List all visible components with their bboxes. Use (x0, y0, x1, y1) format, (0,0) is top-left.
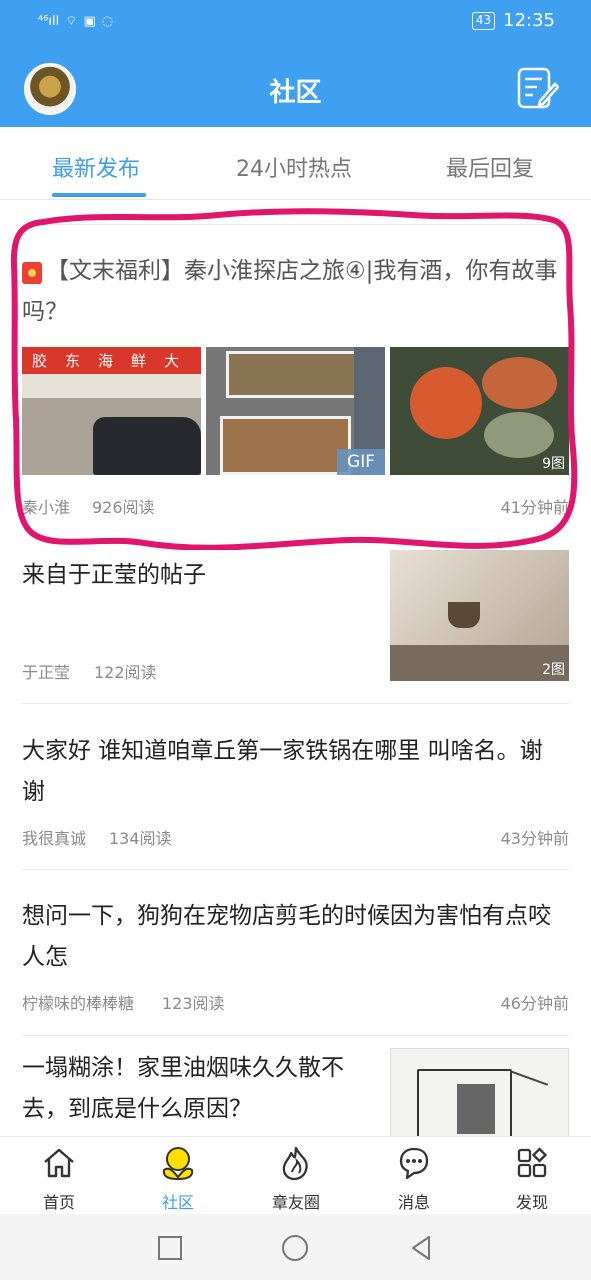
divider (22, 869, 569, 870)
post-title[interactable]: 【文末福利】秦小淮探店之旅④|我有酒，你有故事吗？ (22, 251, 562, 333)
status-time: 12:35 (503, 10, 555, 31)
list-item[interactable]: 大家好 谁知道咱章丘第一家铁锅在哪里 叫啥名。谢谢 我很真诚 134阅读 43分… (0, 703, 591, 869)
post-time: 43分钟前 (500, 829, 569, 848)
post-reads: 123阅读 (162, 994, 225, 1013)
post-author[interactable]: 秦小淮 (22, 494, 70, 518)
status-right: 43 12:35 (471, 10, 555, 31)
list-item[interactable]: 一塌糊涂！家里油烟味久久散不去，到底是什么原因？ (0, 1035, 591, 1136)
tab-last-reply[interactable]: 最后回复 (446, 151, 534, 183)
page-title: 社区 (269, 78, 322, 108)
post-time: 41分钟前 (500, 498, 569, 517)
post-image[interactable]: GIF (206, 347, 385, 475)
post-image[interactable] (390, 1048, 569, 1136)
post-author[interactable]: 柠檬味的棒棒糖 (22, 990, 134, 1014)
nav-label: 首页 (42, 1193, 75, 1212)
wifi-icon: ⌔ (65, 14, 78, 29)
nav-label: 消息 (397, 1193, 430, 1212)
post-author[interactable]: 于正莹 (22, 659, 70, 683)
tab-24h-hot[interactable]: 24小时热点 (236, 151, 352, 183)
post-image[interactable]: 2图 (390, 550, 569, 681)
bottom-nav: 首页 社区 章友圈 消息 发现 (0, 1136, 591, 1214)
signal-icon: ⁴⁶ıll (38, 13, 60, 29)
post-title[interactable]: 大家好 谁知道咱章丘第一家铁锅在哪里 叫啥名。谢谢 (22, 731, 562, 813)
post-title[interactable]: 一塌糊涂！家里油烟味久久散不去，到底是什么原因？ (22, 1048, 362, 1130)
list-item[interactable]: 【文末福利】秦小淮探店之旅④|我有酒，你有故事吗？ 胶东海鲜大排档 GIF 9图… (0, 224, 591, 532)
message-icon (399, 1147, 429, 1180)
battery-icon: 43 (471, 11, 496, 30)
nav-label: 章友圈 (271, 1193, 320, 1212)
post-time: 46分钟前 (500, 994, 569, 1013)
list-item[interactable]: 来自于正莹的帖子 于正莹 122阅读 2图 (0, 550, 591, 703)
image-count-badge: 2图 (542, 662, 565, 678)
post-title[interactable]: 来自于正莹的帖子 (22, 555, 372, 596)
home-icon (44, 1148, 74, 1178)
post-reads: 134阅读 (109, 829, 172, 848)
post-title[interactable]: 想问一下，狗狗在宠物店剪毛的时候因为害怕有点咬人怎 (22, 896, 562, 978)
post-reads: 122阅读 (94, 663, 157, 682)
community-icon (162, 1147, 194, 1181)
post-reads: 926阅读 (92, 498, 155, 517)
recent-apps-icon[interactable] (155, 1233, 185, 1263)
tab-indicator (52, 193, 146, 197)
system-nav-bar (0, 1214, 591, 1280)
post-author[interactable]: 我很真诚 (22, 825, 86, 849)
status-bar: ⁴⁶ıll ⌔ ▣ ◌ 43 12:35 (0, 0, 591, 48)
post-image[interactable]: 9图 (390, 347, 569, 475)
fire-icon (282, 1146, 308, 1181)
tab-latest[interactable]: 最新发布 (52, 151, 140, 183)
nav-label: 社区 (161, 1193, 194, 1212)
back-icon[interactable] (406, 1233, 436, 1263)
divider (22, 1035, 569, 1036)
nav-label: 发现 (515, 1193, 548, 1212)
image-count-badge: 9图 (542, 456, 565, 472)
divider (22, 224, 569, 225)
gif-badge: GIF (337, 449, 385, 475)
notification-icon: ▣ (83, 13, 96, 29)
list-item[interactable]: 想问一下，狗狗在宠物店剪毛的时候因为害怕有点咬人怎 柠檬味的棒棒糖 123阅读 … (0, 869, 591, 1035)
tab-bar: 最新发布 24小时热点 最后回复 (0, 127, 591, 200)
status-icons: ⁴⁶ıll ⌔ ▣ ◌ (38, 13, 114, 30)
wechat-icon: ◌ (101, 13, 114, 29)
home-circle-icon[interactable] (280, 1233, 310, 1263)
post-image[interactable]: 胶东海鲜大排档 (22, 347, 201, 475)
app-header: 社区 (0, 48, 591, 127)
discover-icon (517, 1147, 548, 1178)
compose-icon[interactable] (515, 64, 559, 112)
divider (22, 703, 569, 704)
